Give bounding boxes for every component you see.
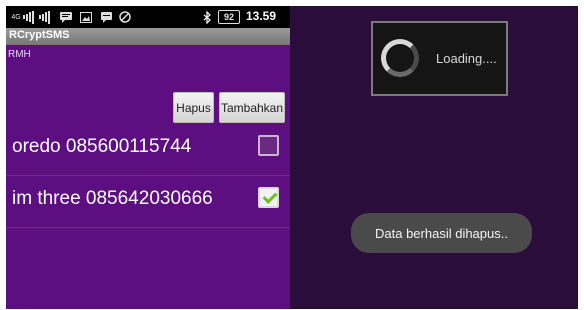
bluetooth-icon — [202, 10, 212, 24]
delete-button[interactable]: Hapus — [173, 92, 214, 123]
do-not-disturb-icon — [118, 10, 132, 24]
screenshot-frame: 4G 92 13.59 RCryptSMS RMH Hapus Tambahka… — [6, 6, 578, 309]
message-notification-icon — [58, 10, 74, 24]
list-item[interactable]: im three 085642030666 — [6, 176, 290, 228]
contact-checkbox[interactable] — [258, 187, 279, 208]
row-divider — [6, 227, 290, 228]
loading-text: Loading.... — [436, 51, 497, 66]
list-item[interactable]: oredo 085600115744 — [6, 124, 290, 176]
loading-dialog: Loading.... — [371, 21, 508, 96]
app-title: RCryptSMS — [9, 29, 70, 41]
spinner-icon — [381, 39, 419, 77]
app-title-bar: RCryptSMS — [6, 28, 290, 45]
image-notification-icon — [79, 10, 93, 24]
add-button[interactable]: Tambahkan — [219, 92, 285, 123]
contact-checkbox[interactable] — [258, 135, 279, 156]
contact-label: im three 085642030666 — [12, 188, 213, 209]
battery-icon: 92 — [218, 10, 240, 24]
status-time: 13.59 — [246, 9, 277, 23]
signal-strength-2-icon — [38, 10, 52, 24]
network-type-icon: 4G — [11, 13, 21, 21]
dimmed-screen: Loading.... Data berhasil dihapus.. — [290, 6, 578, 309]
status-bar: 4G 92 13.59 — [6, 6, 290, 28]
app-screen: 4G 92 13.59 RCryptSMS RMH Hapus Tambahka… — [6, 6, 290, 309]
chat-notification-icon — [99, 10, 113, 24]
app-subtitle: RMH — [8, 49, 31, 60]
checkmark-icon — [262, 189, 278, 204]
toast-message: Data berhasil dihapus.. — [351, 213, 532, 253]
signal-strength-icon — [22, 10, 36, 24]
contact-label: oredo 085600115744 — [12, 136, 192, 157]
